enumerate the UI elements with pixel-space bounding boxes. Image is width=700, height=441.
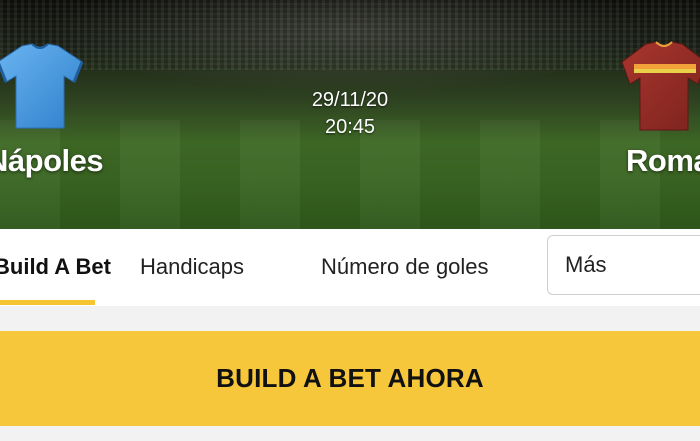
tab-build-a-bet[interactable]: Build A Bet	[0, 229, 111, 306]
tab-handicaps[interactable]: Handicaps	[140, 229, 244, 306]
match-time: 20:45	[324, 116, 376, 138]
stadium-background	[0, 0, 700, 70]
match-date: 29/11/20	[311, 89, 389, 111]
home-team-name: Nápoles	[0, 143, 104, 178]
build-a-bet-now-label: BUILD A BET AHORA	[216, 363, 484, 393]
away-team-name: Roma	[626, 143, 700, 178]
active-tab-indicator	[0, 300, 95, 305]
bottom-divider	[0, 426, 700, 441]
section-divider	[0, 306, 700, 331]
more-dropdown[interactable]: Más	[547, 235, 700, 295]
red-jersey-icon	[621, 41, 700, 131]
more-dropdown-label: Más	[565, 252, 607, 277]
match-header: Nápoles Roma 29/11/20 20:45	[0, 0, 700, 229]
tab-numero-de-goles[interactable]: Número de goles	[321, 229, 489, 306]
build-a-bet-now-button[interactable]: BUILD A BET AHORA	[0, 331, 700, 426]
blue-jersey-icon	[0, 43, 84, 129]
